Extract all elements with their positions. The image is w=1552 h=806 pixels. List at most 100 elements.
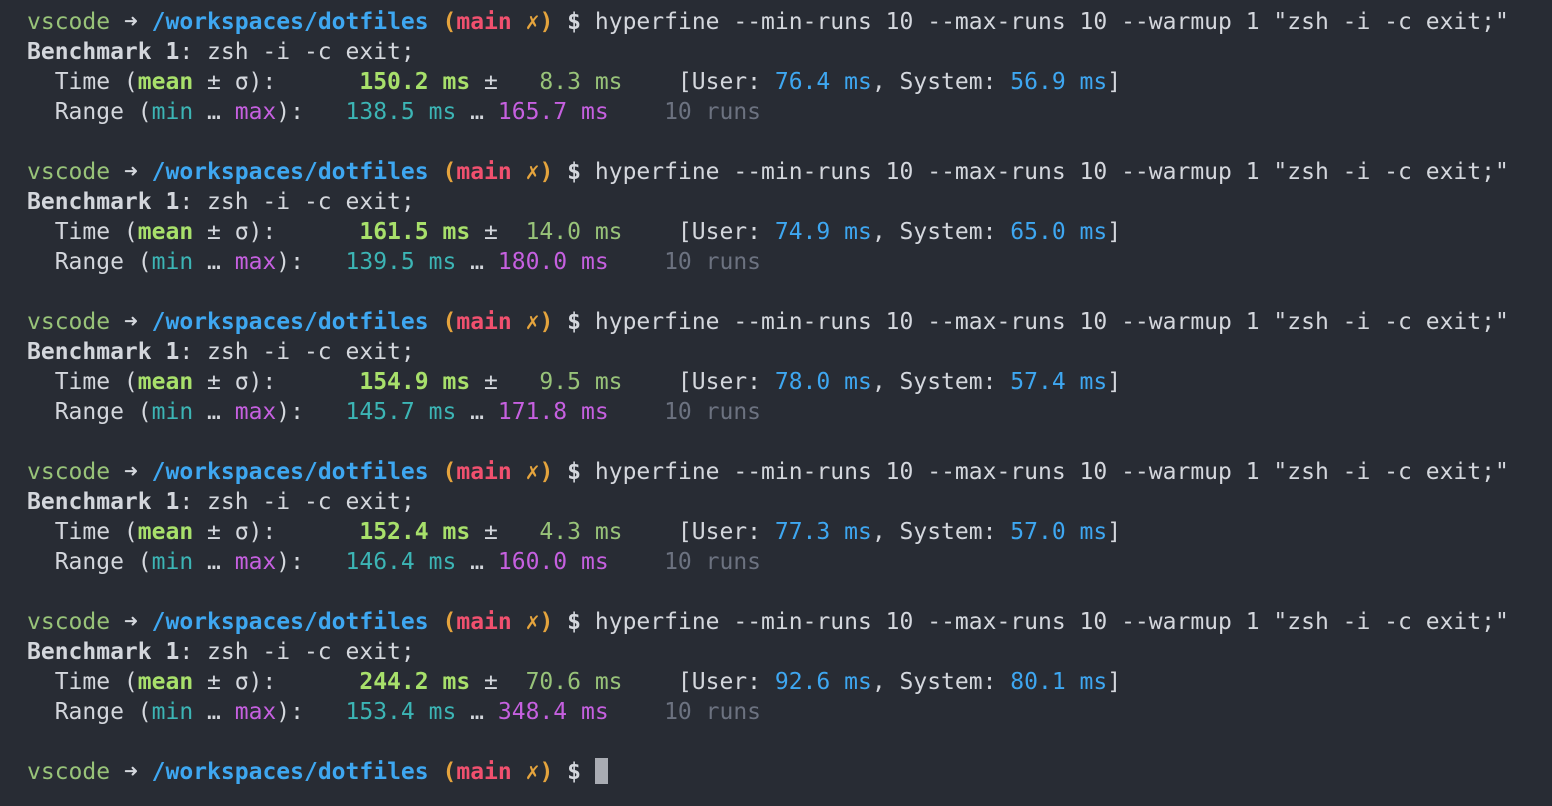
mean-value: 161.5 <box>359 219 429 245</box>
max-value: 165.7 <box>497 99 568 125</box>
prompt-arrow-icon: ➜ <box>123 609 138 635</box>
mean-unit: ms <box>442 519 471 545</box>
time-label: Time ( <box>27 369 138 395</box>
mean-unit: ms <box>442 69 471 95</box>
terminal-window[interactable]: vscode ➜ /workspaces/dotfiles (main ✗) $… <box>0 0 1552 806</box>
benchmark-header: Benchmark 1: zsh -i -c exit; <box>27 37 1552 67</box>
range-label: Range ( <box>27 399 152 425</box>
prompt-dirty-icon: ✗ <box>525 459 540 485</box>
mean-value: 244.2 <box>359 669 429 695</box>
runs-count: 10 runs <box>664 99 762 125</box>
range-ellipsis: … <box>193 549 235 575</box>
user-value: 76.4 <box>774 69 831 95</box>
range-suffix: ): <box>276 549 304 575</box>
range-line: Range (min … max): 139.5 ms … 180.0 ms 1… <box>27 247 1552 277</box>
prompt-dollar: $ <box>567 609 582 635</box>
sigma-label: ± σ): <box>193 519 277 545</box>
range-label: Range ( <box>27 249 152 275</box>
command-text: hyperfine --min-runs 10 --max-runs 10 --… <box>594 309 1509 335</box>
prompt-line: vscode ➜ /workspaces/dotfiles (main ✗) $… <box>27 607 1552 637</box>
prompt-paren-open: ( <box>442 759 457 785</box>
system-unit: ms <box>1079 519 1108 545</box>
benchmark-colon: : <box>179 489 194 515</box>
prompt-path: /workspaces/dotfiles <box>151 609 429 635</box>
range-ellipsis: … <box>193 699 235 725</box>
time-line: Time (mean ± σ): 244.2 ms ± 70.6 ms [Use… <box>27 667 1552 697</box>
benchmark-label: Benchmark 1 <box>27 489 180 515</box>
prompt-paren-open: ( <box>442 309 457 335</box>
range-line: Range (min … max): 145.7 ms … 171.8 ms 1… <box>27 397 1552 427</box>
min-label: min <box>151 249 194 275</box>
plus-minus: ± <box>470 519 498 545</box>
prompt-arrow-icon: ➜ <box>123 759 138 785</box>
time-label: Time ( <box>27 69 138 95</box>
system-label: , System: <box>871 369 1011 395</box>
max-label: max <box>234 99 277 125</box>
user-label: [User: <box>677 69 775 95</box>
benchmark-colon: : <box>179 189 194 215</box>
mean-value: 152.4 <box>359 519 429 545</box>
min-label: min <box>151 549 194 575</box>
range-suffix: ): <box>276 249 304 275</box>
sigma-value: 4.3 <box>539 519 581 545</box>
command-text: hyperfine --min-runs 10 --max-runs 10 --… <box>594 609 1509 635</box>
prompt-arrow-icon: ➜ <box>123 309 138 335</box>
plus-minus: ± <box>470 669 498 695</box>
user-unit: ms <box>844 69 872 95</box>
prompt-paren-close: ) <box>539 309 554 335</box>
prompt-paren-close: ) <box>539 159 554 185</box>
prompt-git-branch: main <box>456 159 512 185</box>
benchmark-header: Benchmark 1: zsh -i -c exit; <box>27 337 1552 367</box>
max-value: 180.0 <box>497 249 568 275</box>
prompt-arrow-icon: ➜ <box>123 459 138 485</box>
runs-count: 10 runs <box>664 699 762 725</box>
plus-minus: ± <box>470 69 498 95</box>
plus-minus: ± <box>470 369 498 395</box>
min-unit: ms <box>428 699 457 725</box>
close-bracket: ] <box>1107 519 1122 545</box>
command-text: hyperfine --min-runs 10 --max-runs 10 --… <box>594 9 1509 35</box>
system-unit: ms <box>1079 669 1108 695</box>
range-suffix: ): <box>276 99 304 125</box>
max-label: max <box>234 249 277 275</box>
prompt-paren-open: ( <box>442 459 457 485</box>
prompt-paren-open: ( <box>442 9 457 35</box>
system-value: 57.4 <box>1010 369 1066 395</box>
min-value: 146.4 <box>345 549 415 575</box>
prompt-paren-open: ( <box>442 159 457 185</box>
close-bracket: ] <box>1107 669 1122 695</box>
range-value-ellipsis: … <box>456 699 498 725</box>
benchmark-colon: : <box>179 639 194 665</box>
prompt-dollar: $ <box>567 759 582 785</box>
min-unit: ms <box>428 549 457 575</box>
min-label: min <box>151 99 194 125</box>
mean-label: mean <box>137 669 194 695</box>
prompt-user: vscode <box>27 459 111 485</box>
prompt-line[interactable]: vscode ➜ /workspaces/dotfiles (main ✗) $ <box>27 757 1552 787</box>
benchmark-label: Benchmark 1 <box>27 189 180 215</box>
prompt-user: vscode <box>27 309 111 335</box>
plus-minus: ± <box>470 219 498 245</box>
prompt-path: /workspaces/dotfiles <box>151 759 429 785</box>
prompt-dirty-icon: ✗ <box>525 159 540 185</box>
benchmark-header: Benchmark 1: zsh -i -c exit; <box>27 487 1552 517</box>
benchmark-command: zsh -i -c exit; <box>193 39 415 65</box>
benchmark-command: zsh -i -c exit; <box>193 339 415 365</box>
runs-count: 10 runs <box>664 399 762 425</box>
user-value: 78.0 <box>774 369 831 395</box>
time-label: Time ( <box>27 519 138 545</box>
max-unit: ms <box>580 249 609 275</box>
mean-label: mean <box>137 219 194 245</box>
user-label: [User: <box>677 219 775 245</box>
time-line: Time (mean ± σ): 161.5 ms ± 14.0 ms [Use… <box>27 217 1552 247</box>
command-text: hyperfine --min-runs 10 --max-runs 10 --… <box>594 159 1509 185</box>
sigma-unit: ms <box>594 69 623 95</box>
range-line: Range (min … max): 146.4 ms … 160.0 ms 1… <box>27 547 1552 577</box>
sigma-unit: ms <box>594 219 623 245</box>
max-label: max <box>234 699 277 725</box>
prompt-dollar: $ <box>567 9 582 35</box>
prompt-arrow-icon: ➜ <box>123 159 138 185</box>
min-label: min <box>151 699 194 725</box>
terminal-cursor[interactable] <box>594 758 608 784</box>
